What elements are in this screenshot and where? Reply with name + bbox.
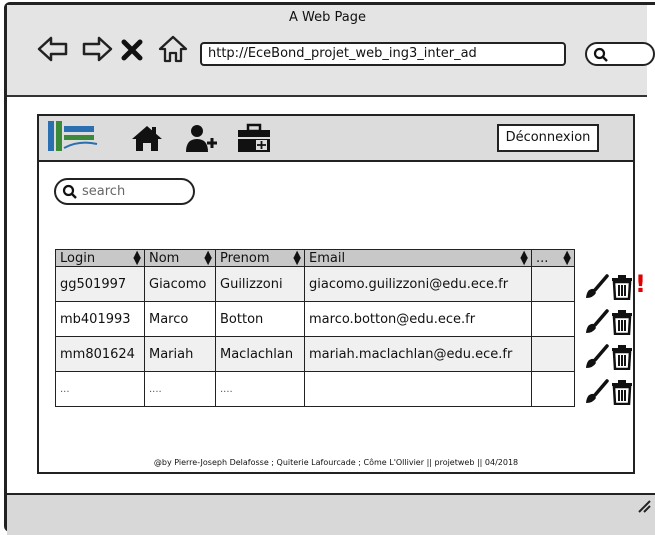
browser-search-field[interactable] [585, 42, 655, 66]
table-row[interactable]: mm801624 Mariah Maclachlan mariah.maclac… [55, 336, 575, 372]
sort-icon[interactable]: ▲ ▼ [563, 250, 571, 267]
cell-nom: .... [144, 371, 216, 407]
cell-nom: Marco [144, 301, 216, 337]
cell-email: giacomo.guilizzoni@edu.ece.fr [304, 266, 532, 302]
cell-email: marco.botton@edu.ece.fr [304, 301, 532, 337]
cell-prenom: .... [215, 371, 305, 407]
sort-icon[interactable]: ▲ ▼ [520, 250, 528, 267]
cell-prenom: Botton [215, 301, 305, 337]
alert-indicator: ! [635, 270, 646, 298]
table-row[interactable]: mb401993 Marco Botton marco.botton@edu.e… [55, 301, 575, 337]
brush-icon[interactable] [583, 274, 609, 300]
table-row[interactable]: ... .... .... [55, 371, 575, 407]
table-header-row: Login ▲ ▼ Nom ▲ ▼ Prenom ▲ ▼ Email ▲ ▼ ... ▲ ▼ [55, 249, 575, 267]
row-actions: ! [583, 270, 653, 300]
briefcase-icon[interactable] [236, 122, 272, 154]
cell-login: ... [55, 371, 145, 407]
cell-email [304, 371, 532, 407]
cell-extra [531, 266, 575, 302]
cell-prenom: Guilizzoni [215, 266, 305, 302]
search-icon [62, 184, 77, 199]
logout-button[interactable]: Déconnexion [497, 124, 599, 152]
brush-icon[interactable] [583, 309, 609, 335]
close-icon[interactable] [118, 34, 146, 64]
url-bar[interactable]: http://EceBond_projet_web_ing3_inter_ad [200, 42, 566, 66]
cell-login: mb401993 [55, 301, 145, 337]
search-input[interactable] [82, 182, 187, 201]
cell-login: gg501997 [55, 266, 145, 302]
window-title: A Web Page [289, 10, 366, 25]
resize-handle-icon[interactable] [636, 498, 652, 514]
column-header-more[interactable]: ... ▲ ▼ [531, 249, 575, 267]
cell-login: mm801624 [55, 336, 145, 372]
column-header-prenom[interactable]: Prenom ▲ ▼ [215, 249, 305, 267]
cell-nom: Mariah [144, 336, 216, 372]
cell-email: mariah.maclachlan@edu.ece.fr [304, 336, 532, 372]
row-actions [583, 307, 653, 335]
column-header-email[interactable]: Email ▲ ▼ [304, 249, 532, 267]
brush-icon[interactable] [583, 344, 609, 370]
cell-nom: Giacomo [144, 266, 216, 302]
add-user-icon[interactable] [183, 122, 219, 154]
search-field[interactable] [54, 178, 195, 205]
sort-icon[interactable]: ▲ ▼ [204, 250, 212, 267]
sort-icon[interactable]: ▲ ▼ [293, 250, 301, 267]
browser-status-bar [7, 493, 655, 535]
users-table: Login ▲ ▼ Nom ▲ ▼ Prenom ▲ ▼ Email ▲ ▼ ... ▲ ▼ gg5… [55, 249, 575, 407]
row-actions [583, 342, 653, 370]
trash-icon[interactable] [611, 274, 633, 300]
search-icon [593, 47, 608, 62]
cell-extra [531, 336, 575, 372]
back-arrow-icon[interactable] [36, 34, 70, 64]
sort-icon[interactable]: ▲ ▼ [133, 250, 141, 267]
table-row[interactable]: gg501997 Giacomo Guilizzoni giacomo.guil… [55, 266, 575, 302]
trash-icon[interactable] [611, 344, 633, 370]
cell-prenom: Maclachlan [215, 336, 305, 372]
column-header-login[interactable]: Login ▲ ▼ [55, 249, 145, 267]
ecebond-logo[interactable] [45, 118, 101, 156]
trash-icon[interactable] [611, 309, 633, 335]
forward-arrow-icon[interactable] [80, 34, 114, 64]
cell-extra [531, 371, 575, 407]
home-icon[interactable] [156, 34, 190, 64]
brush-icon[interactable] [583, 379, 609, 405]
footer-credits: @by Pierre-Joseph Delafosse ; Quiterie L… [153, 458, 519, 467]
cell-extra [531, 301, 575, 337]
home-icon[interactable] [129, 122, 165, 154]
column-header-nom[interactable]: Nom ▲ ▼ [144, 249, 216, 267]
trash-icon[interactable] [611, 379, 633, 405]
row-actions [583, 377, 653, 405]
